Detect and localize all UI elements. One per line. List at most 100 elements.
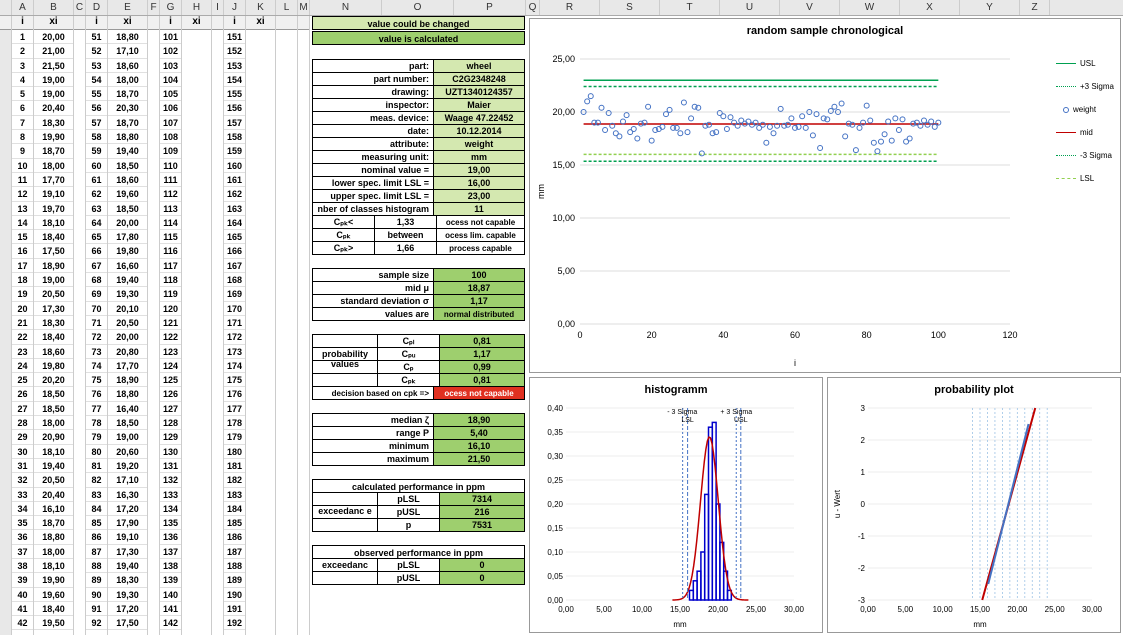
data-cell[interactable]: 18,00: [108, 73, 147, 87]
data-cell[interactable]: 74: [86, 359, 107, 373]
col-W[interactable]: W: [840, 0, 900, 15]
data-cell[interactable]: 166: [224, 244, 245, 258]
row-drawing[interactable]: drawing:UZT1340124357: [312, 85, 525, 99]
data-cell[interactable]: 19: [12, 287, 33, 301]
data-cell[interactable]: 13: [12, 202, 33, 216]
data-cell[interactable]: 184: [224, 502, 245, 516]
data-cell[interactable]: 21,50: [34, 59, 73, 73]
col-L[interactable]: L: [276, 0, 298, 15]
data-cell[interactable]: 19,00: [34, 73, 73, 87]
data-cell[interactable]: 190: [224, 588, 245, 602]
data-grid[interactable]: i123456789101112131415161718192021222324…: [12, 16, 310, 635]
data-cell[interactable]: 36: [12, 530, 33, 544]
data-cell[interactable]: 19,30: [108, 588, 147, 602]
data-cell[interactable]: 63: [86, 202, 107, 216]
col-R[interactable]: R: [540, 0, 600, 15]
data-cell[interactable]: 102: [160, 44, 181, 58]
data-cell[interactable]: 18,30: [34, 116, 73, 130]
col-H[interactable]: H: [182, 0, 212, 15]
data-cell[interactable]: 7: [12, 116, 33, 130]
data-cell[interactable]: 25: [12, 373, 33, 387]
data-cell[interactable]: 163: [224, 202, 245, 216]
col-S[interactable]: S: [600, 0, 660, 15]
data-cell[interactable]: 159: [224, 144, 245, 158]
data-cell[interactable]: 16,40: [108, 402, 147, 416]
data-cell[interactable]: 15: [12, 230, 33, 244]
data-cell[interactable]: 101: [160, 30, 181, 44]
data-cell[interactable]: 162: [224, 187, 245, 201]
data-cell[interactable]: 131: [160, 459, 181, 473]
data-cell[interactable]: 17,70: [34, 173, 73, 187]
data-cell[interactable]: 19,90: [34, 573, 73, 587]
data-cell[interactable]: 18,70: [108, 116, 147, 130]
data-cell[interactable]: 17,70: [108, 359, 147, 373]
data-cell[interactable]: 18,00: [34, 159, 73, 173]
data-cell[interactable]: 115: [160, 230, 181, 244]
data-cell[interactable]: 23: [12, 345, 33, 359]
data-cell[interactable]: 18,40: [34, 230, 73, 244]
data-cell[interactable]: 29: [12, 430, 33, 444]
data-cell[interactable]: 153: [224, 59, 245, 73]
data-cell[interactable]: 4: [12, 73, 33, 87]
data-cell[interactable]: 22: [12, 330, 33, 344]
data-cell[interactable]: 69: [86, 287, 107, 301]
data-cell[interactable]: 55: [86, 87, 107, 101]
data-cell[interactable]: 174: [224, 359, 245, 373]
data-cell[interactable]: 20,30: [108, 101, 147, 115]
data-cell[interactable]: 18,60: [34, 345, 73, 359]
row-attribute[interactable]: attribute:weight: [312, 137, 525, 151]
data-cell[interactable]: 16,10: [34, 502, 73, 516]
data-cell[interactable]: 16: [12, 244, 33, 258]
data-cell[interactable]: 86: [86, 530, 107, 544]
data-cell[interactable]: 18,80: [34, 530, 73, 544]
data-cell[interactable]: 18,70: [34, 144, 73, 158]
data-cell[interactable]: 3: [12, 59, 33, 73]
data-cell[interactable]: 16,30: [108, 488, 147, 502]
data-cell[interactable]: 1: [12, 30, 33, 44]
row-usl[interactable]: upper spec. limit LSL =23,00: [312, 189, 525, 203]
data-cell[interactable]: 18,30: [108, 573, 147, 587]
data-cell[interactable]: 18,50: [108, 202, 147, 216]
col-T[interactable]: T: [660, 0, 720, 15]
data-cell[interactable]: 17,50: [108, 616, 147, 630]
data-cell[interactable]: 18,50: [108, 416, 147, 430]
data-cell[interactable]: 112: [160, 187, 181, 201]
data-cell[interactable]: 141: [160, 602, 181, 616]
data-cell[interactable]: 27: [12, 402, 33, 416]
data-cell[interactable]: 40: [12, 588, 33, 602]
col-O[interactable]: O: [382, 0, 454, 15]
data-cell[interactable]: 142: [160, 616, 181, 630]
data-cell[interactable]: 18,70: [108, 87, 147, 101]
data-cell[interactable]: 88: [86, 559, 107, 573]
data-cell[interactable]: 67: [86, 259, 107, 273]
data-cell[interactable]: 89: [86, 573, 107, 587]
data-cell[interactable]: 19,70: [34, 202, 73, 216]
data-cell[interactable]: 20,50: [108, 316, 147, 330]
data-cell[interactable]: 58: [86, 130, 107, 144]
data-cell[interactable]: 20,10: [108, 302, 147, 316]
data-cell[interactable]: 151: [224, 30, 245, 44]
data-cell[interactable]: 128: [160, 416, 181, 430]
data-cell[interactable]: 182: [224, 473, 245, 487]
col-X[interactable]: X: [900, 0, 960, 15]
data-cell[interactable]: 134: [160, 502, 181, 516]
row-date[interactable]: date:10.12.2014: [312, 124, 525, 138]
data-cell[interactable]: 154: [224, 73, 245, 87]
data-cell[interactable]: 172: [224, 330, 245, 344]
data-cell[interactable]: 78: [86, 416, 107, 430]
data-cell[interactable]: 18,50: [108, 159, 147, 173]
data-cell[interactable]: 189: [224, 573, 245, 587]
data-cell[interactable]: 85: [86, 516, 107, 530]
data-cell[interactable]: 19,40: [108, 144, 147, 158]
data-cell[interactable]: 138: [160, 559, 181, 573]
data-cell[interactable]: 176: [224, 387, 245, 401]
data-cell[interactable]: 191: [224, 602, 245, 616]
data-cell[interactable]: 18,50: [34, 387, 73, 401]
data-cell[interactable]: 20,60: [108, 445, 147, 459]
data-cell[interactable]: 170: [224, 302, 245, 316]
data-cell[interactable]: 41: [12, 602, 33, 616]
data-cell[interactable]: 19,10: [108, 530, 147, 544]
data-cell[interactable]: 17,50: [34, 244, 73, 258]
data-cell[interactable]: 111: [160, 173, 181, 187]
data-cell[interactable]: 19,80: [34, 359, 73, 373]
